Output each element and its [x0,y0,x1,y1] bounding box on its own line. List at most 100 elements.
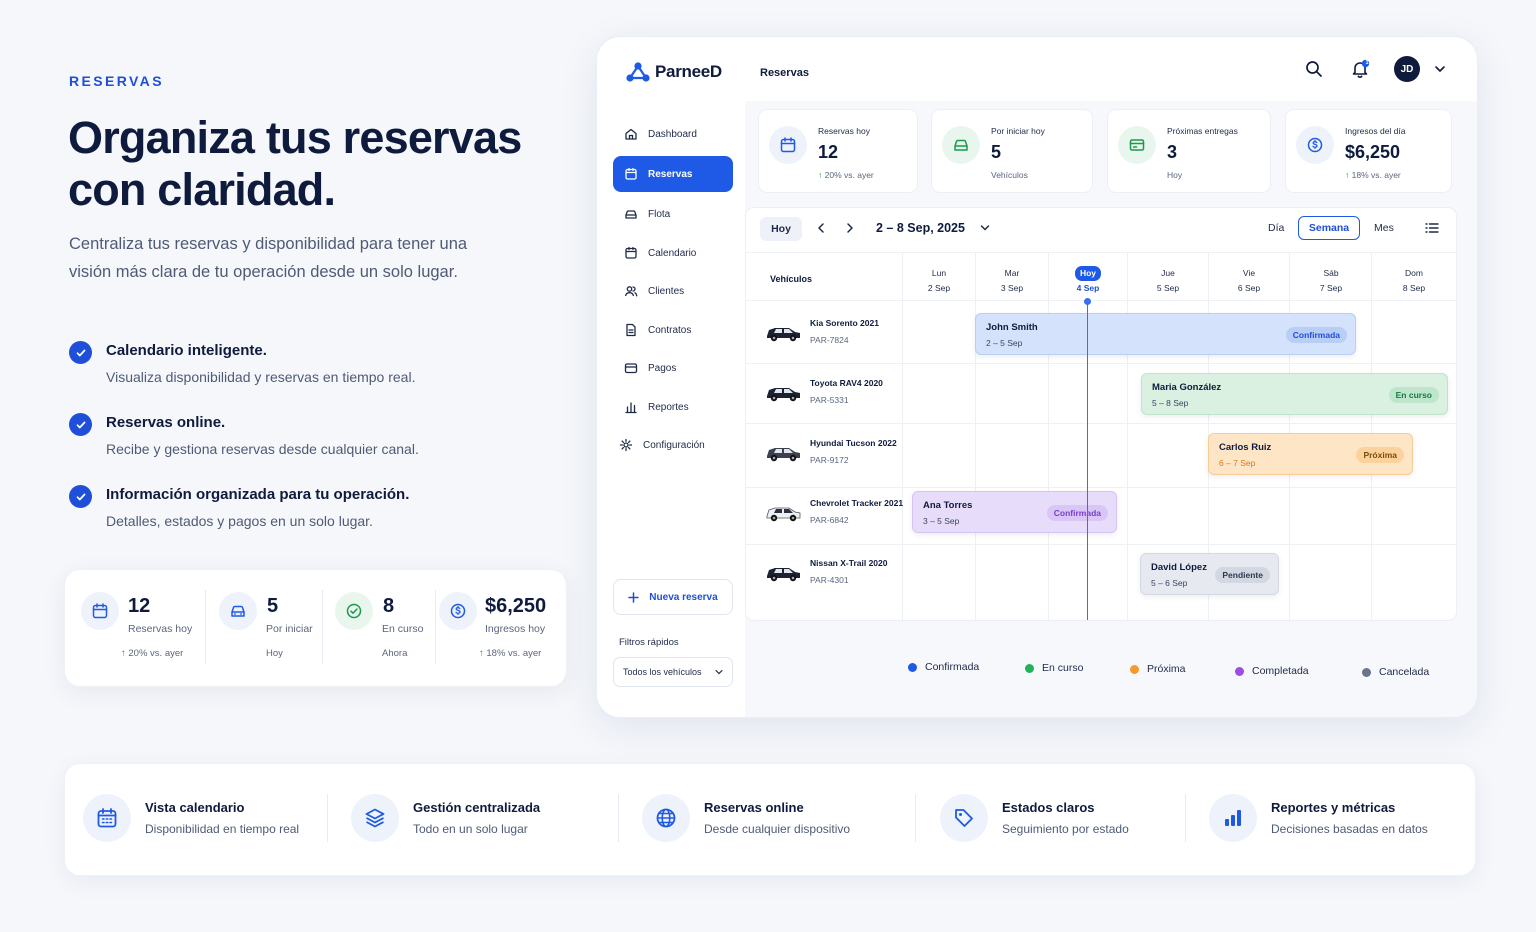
booking-dates: 5 – 6 Sep [1151,578,1188,588]
status-badge: Confirmada [1046,505,1108,521]
booking-customer: John Smith [986,322,1038,333]
view-mes[interactable]: Mes [1374,222,1394,234]
dollar-icon [1296,126,1334,164]
day-name: Sáb [1323,268,1339,278]
vehicle-plate: PAR-6842 [810,515,849,525]
benefit-item: Reservas online Desde cualquier dispositi… [642,794,850,842]
nav-reportes[interactable]: Reportes [613,389,733,425]
app-window: ParneeD Reservas 1 JD Dashboard Reservas… [596,36,1478,718]
day-date: 8 Sep [1402,283,1426,293]
nav-label: Clientes [648,285,685,297]
chevron-right-icon[interactable] [845,222,855,234]
vehicle-row[interactable]: Toyota RAV4 2020 PAR-5331 [764,378,883,405]
feature-title: Información organizada para tu operación… [106,486,410,503]
chevron-down-icon[interactable] [1434,64,1446,74]
day-header-today: Hoy 4 Sep [1048,266,1128,296]
booking-dates: 3 – 5 Sep [923,516,960,526]
booking-block[interactable]: John Smith 2 – 5 Sep Confirmada [975,313,1356,355]
view-dia[interactable]: Día [1268,222,1284,234]
brand-logo[interactable]: ParneeD [625,61,722,83]
bar-chart-icon [1209,794,1257,842]
benefit-title: Reservas online [704,800,804,815]
nav-dashboard[interactable]: Dashboard [613,116,733,152]
stat-label: En curso [382,623,424,635]
new-booking-button[interactable]: Nueva reserva [613,579,733,615]
vehicle-row[interactable]: Chevrolet Tracker 2021 PAR-6842 [764,498,903,525]
benefit-desc: Seguimiento por estado [1002,822,1129,836]
status-badge: Próxima [1356,447,1404,463]
chevron-down-icon [715,669,723,675]
vehicle-name: Kia Sorento 2021 [810,318,879,328]
car-icon [766,507,801,521]
day-header: Lun 2 Sep [899,266,979,296]
avatar[interactable]: JD [1394,56,1420,82]
view-semana[interactable]: Semana [1298,216,1360,240]
chevron-down-icon[interactable] [980,224,990,232]
day-date: 2 Sep [927,283,951,293]
kpi-value: 12 [818,142,839,162]
nav-configuracion[interactable]: Configuración [613,427,733,463]
stat-en-curso: 8 En curso Ahora [335,592,435,668]
nav-clientes[interactable]: Clientes [613,273,733,309]
vehicle-name: Hyundai Tucson 2022 [810,438,897,448]
stat-sub: Hoy [266,648,283,659]
car-icon [767,567,800,581]
stat-value: 5 [267,595,279,617]
legend-item: En curso [1025,662,1083,674]
benefit-item: Estados claros Seguimiento por estado [940,794,1129,842]
booking-dates: 6 – 7 Sep [1219,458,1256,468]
nav-flota[interactable]: Flota [613,196,733,232]
check-icon [69,485,92,508]
vehicle-plate: PAR-4301 [810,575,849,585]
booking-dates: 2 – 5 Sep [986,338,1023,348]
vehicle-row[interactable]: Kia Sorento 2021 PAR-7824 [764,318,879,345]
stat-sub: 20% vs. ayer [128,648,184,659]
kpi-proximas-entregas: Próximas entregas 3 Hoy [1107,109,1271,193]
hero-title: Organiza tus reservas con claridad. [68,112,522,215]
car-icon [767,387,800,401]
vehicle-row[interactable]: Nissan X-Trail 2020 PAR-4301 [764,558,888,585]
booking-block[interactable]: David López 5 – 6 Sep Pendiente [1140,553,1279,595]
hero-lead: Centraliza tus reservas y disponibilidad… [69,235,468,281]
kpi-ingresos-dia: Ingresos del día $6,250 ↑ 18% vs. ayer [1285,109,1452,193]
app-title: Reservas [760,67,809,79]
today-button[interactable]: Hoy [760,217,802,241]
status-badge: Confirmada [1285,327,1347,343]
legend-label: Cancelada [1379,666,1430,678]
feature-item: Información organizada para tu operación… [69,485,409,530]
day-header: Dom 8 Sep [1374,266,1454,296]
brand-name: ParneeD [655,62,722,81]
kpi-value: 3 [1167,142,1178,162]
date-range[interactable]: 2 – 8 Sep, 2025 [876,221,965,235]
list-icon[interactable] [1425,222,1439,234]
day-date: 5 Sep [1156,283,1180,293]
users-icon [624,286,638,297]
nav-pagos[interactable]: Pagos [613,350,733,386]
car-icon [625,210,637,219]
check-icon [69,341,92,364]
search-icon[interactable] [1304,59,1324,79]
legend-label: Completada [1252,665,1309,677]
booking-block[interactable]: Carlos Ruiz 6 – 7 Sep Próxima [1208,433,1413,475]
booking-customer: David López [1151,562,1207,573]
chevron-left-icon[interactable] [816,222,826,234]
vehicles-header: Vehículos [770,274,813,284]
day-header: Mar 3 Sep [972,266,1052,296]
nav-contratos[interactable]: Contratos [613,312,733,348]
vehicle-filter-select[interactable]: Todos los vehículos [613,657,733,687]
home-icon [625,128,637,140]
legend-item: Confirmada [908,661,979,673]
vehicle-row[interactable]: Hyundai Tucson 2022 PAR-9172 [764,438,897,465]
day-date: 7 Sep [1319,283,1343,293]
feature-title: Calendario inteligente. [106,342,267,359]
booking-block[interactable]: Maria González 5 – 8 Sep En curso [1141,373,1448,415]
benefit-desc: Disponibilidad en tiempo real [145,822,300,836]
stat-value: $6,250 [485,595,547,617]
car-icon [767,327,800,341]
car-icon [767,447,800,461]
nav-calendario[interactable]: Calendario [613,235,733,271]
layers-icon [351,794,399,842]
nav-label: Configuración [643,439,705,451]
nav-reservas[interactable]: Reservas [613,156,733,192]
feature-item: Calendario inteligente. Visualiza disponi… [69,341,415,386]
